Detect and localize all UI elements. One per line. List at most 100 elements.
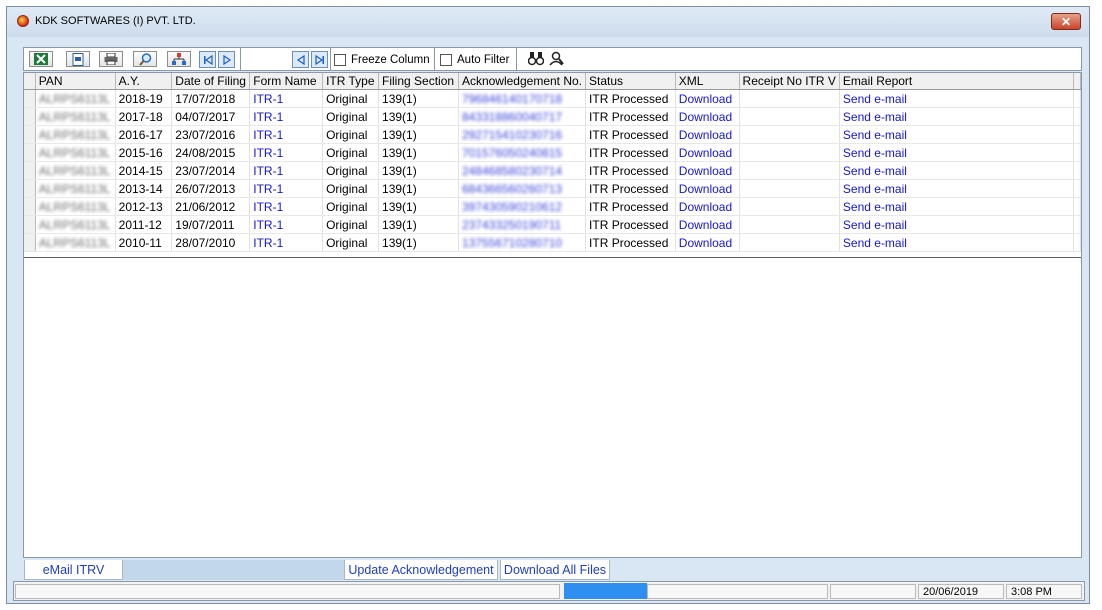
send-email-link[interactable]: Send e-mail <box>839 197 1074 216</box>
cell-receipt-no-itrv <box>739 179 840 198</box>
download-xml-link[interactable]: Download <box>675 143 740 162</box>
checkbox-box[interactable] <box>334 54 346 66</box>
download-xml-link[interactable]: Download <box>675 125 740 144</box>
form-name-link[interactable]: ITR-1 <box>249 125 324 144</box>
send-email-link[interactable]: Send e-mail <box>839 233 1074 252</box>
download-xml-link[interactable]: Download <box>675 233 740 252</box>
column-header-form-name[interactable]: Form Name <box>249 73 324 90</box>
send-email-link[interactable]: Send e-mail <box>839 179 1074 198</box>
print-button[interactable] <box>99 51 123 67</box>
cell-receipt-no-itrv <box>739 233 840 252</box>
form-name-link[interactable]: ITR-1 <box>249 143 324 162</box>
cell-date-of-filing: 23/07/2016 <box>171 125 251 144</box>
column-header-email-report[interactable]: Email Report <box>839 73 1074 90</box>
filings-grid: PAN A.Y. Date of Filing Form Name ITR Ty… <box>23 72 1082 558</box>
group-button[interactable] <box>167 51 191 67</box>
column-header-status[interactable]: Status <box>585 73 676 90</box>
download-xml-link[interactable]: Download <box>675 197 740 216</box>
form-name-link[interactable]: ITR-1 <box>249 233 324 252</box>
export-excel-button[interactable] <box>29 51 53 67</box>
freeze-column-label: Freeze Column <box>351 54 430 66</box>
magnifier-icon <box>138 52 151 66</box>
send-email-link[interactable]: Send e-mail <box>839 161 1074 180</box>
download-xml-link[interactable]: Download <box>675 161 740 180</box>
column-header-pan[interactable]: PAN <box>35 73 116 90</box>
toolbar-separator <box>330 48 331 70</box>
cell-pan: ALRPS6113L <box>35 215 116 234</box>
tab-update-acknowledgement[interactable]: Update Acknowledgement <box>344 560 498 580</box>
row-selector[interactable] <box>24 197 36 216</box>
cell-date-of-filing: 04/07/2017 <box>171 107 251 126</box>
column-header-xml[interactable]: XML <box>675 73 740 90</box>
status-bar: 20/06/2019 3:08 PM <box>13 581 1085 601</box>
download-xml-link[interactable]: Download <box>675 179 740 198</box>
cell-ay: 2015-16 <box>115 143 173 162</box>
send-email-link[interactable]: Send e-mail <box>839 215 1074 234</box>
skip-last-icon <box>314 54 324 65</box>
cell-receipt-no-itrv <box>739 107 840 126</box>
find-button[interactable] <box>133 51 157 67</box>
table-row[interactable]: ALRPS6113L 2012-13 21/06/2012 ITR-1 Original… <box>24 197 1081 216</box>
download-xml-link[interactable]: Download <box>675 89 740 108</box>
column-header-receipt-no-itrv[interactable]: Receipt No ITR V <box>739 73 840 90</box>
cell-filler <box>1073 89 1081 108</box>
download-xml-link[interactable]: Download <box>675 107 740 126</box>
cell-status: ITR Processed <box>585 233 676 252</box>
send-email-link[interactable]: Send e-mail <box>839 107 1074 126</box>
column-header-ay[interactable]: A.Y. <box>115 73 173 90</box>
cell-filing-section: 139(1) <box>378 179 459 198</box>
form-name-link[interactable]: ITR-1 <box>249 161 324 180</box>
table-row[interactable]: ALRPS6113L 2016-17 23/07/2016 ITR-1 Original… <box>24 125 1081 144</box>
auto-filter-checkbox[interactable]: Auto Filter <box>440 51 509 69</box>
checkbox-box[interactable] <box>440 54 452 66</box>
column-header-filing-section[interactable]: Filing Section <box>378 73 459 90</box>
cell-ay: 2016-17 <box>115 125 173 144</box>
form-name-link[interactable]: ITR-1 <box>249 89 324 108</box>
tab-email-itrv[interactable]: eMail ITRV <box>24 560 123 580</box>
row-selector[interactable] <box>24 215 36 234</box>
export-pdf-button[interactable] <box>66 51 90 67</box>
table-row[interactable]: ALRPS6113L 2014-15 23/07/2014 ITR-1 Original… <box>24 161 1081 180</box>
download-xml-link[interactable]: Download <box>675 215 740 234</box>
send-email-link[interactable]: Send e-mail <box>839 143 1074 162</box>
close-button[interactable]: ✕ <box>1051 13 1081 30</box>
cell-acknowledgement-no: 248468580230714 <box>458 161 587 180</box>
row-selector[interactable] <box>24 89 36 108</box>
form-name-link[interactable]: ITR-1 <box>249 215 324 234</box>
row-selector[interactable] <box>24 125 36 144</box>
column-header-date-of-filing[interactable]: Date of Filing <box>171 73 251 90</box>
table-row[interactable]: ALRPS6113L 2011-12 19/07/2011 ITR-1 Original… <box>24 215 1081 234</box>
row-selector[interactable] <box>24 233 36 252</box>
previous-record-button[interactable] <box>292 51 309 68</box>
send-email-link[interactable]: Send e-mail <box>839 89 1074 108</box>
send-email-link[interactable]: Send e-mail <box>839 125 1074 144</box>
freeze-column-checkbox[interactable]: Freeze Column <box>334 51 430 69</box>
cell-ay: 2011-12 <box>115 215 173 234</box>
table-row[interactable]: ALRPS6113L 2017-18 04/07/2017 ITR-1 Original… <box>24 107 1081 126</box>
tab-download-all-files[interactable]: Download All Files <box>500 560 610 580</box>
last-record-button[interactable] <box>311 51 328 68</box>
first-record-button[interactable] <box>199 51 216 68</box>
column-header-itr-type[interactable]: ITR Type <box>322 73 380 90</box>
row-selector[interactable] <box>24 179 36 198</box>
table-row[interactable]: ALRPS6113L 2013-14 26/07/2013 ITR-1 Original… <box>24 179 1081 198</box>
row-selector[interactable] <box>24 107 36 126</box>
cell-itr-type: Original <box>322 125 380 144</box>
form-name-link[interactable]: ITR-1 <box>249 107 324 126</box>
cell-date-of-filing: 19/07/2011 <box>171 215 251 234</box>
column-header-acknowledgement-no[interactable]: Acknowledgement No. <box>458 73 587 90</box>
table-row[interactable]: ALRPS6113L 2010-11 28/07/2010 ITR-1 Original… <box>24 233 1081 252</box>
row-selector[interactable] <box>24 143 36 162</box>
next-record-button[interactable] <box>218 51 235 68</box>
cell-itr-type: Original <box>322 107 380 126</box>
form-name-link[interactable]: ITR-1 <box>249 197 324 216</box>
cell-pan: ALRPS6113L <box>35 143 116 162</box>
table-row[interactable]: ALRPS6113L 2015-16 24/08/2015 ITR-1 Original… <box>24 143 1081 162</box>
binoculars-icon <box>527 52 545 66</box>
row-selector[interactable] <box>24 161 36 180</box>
table-row[interactable]: ALRPS6113L 2018-19 17/07/2018 ITR-1 Original… <box>24 89 1081 108</box>
form-name-link[interactable]: ITR-1 <box>249 179 324 198</box>
column-header-filler <box>1073 73 1081 90</box>
filter-user-button[interactable] <box>527 51 545 69</box>
search-user-button[interactable] <box>548 51 564 69</box>
